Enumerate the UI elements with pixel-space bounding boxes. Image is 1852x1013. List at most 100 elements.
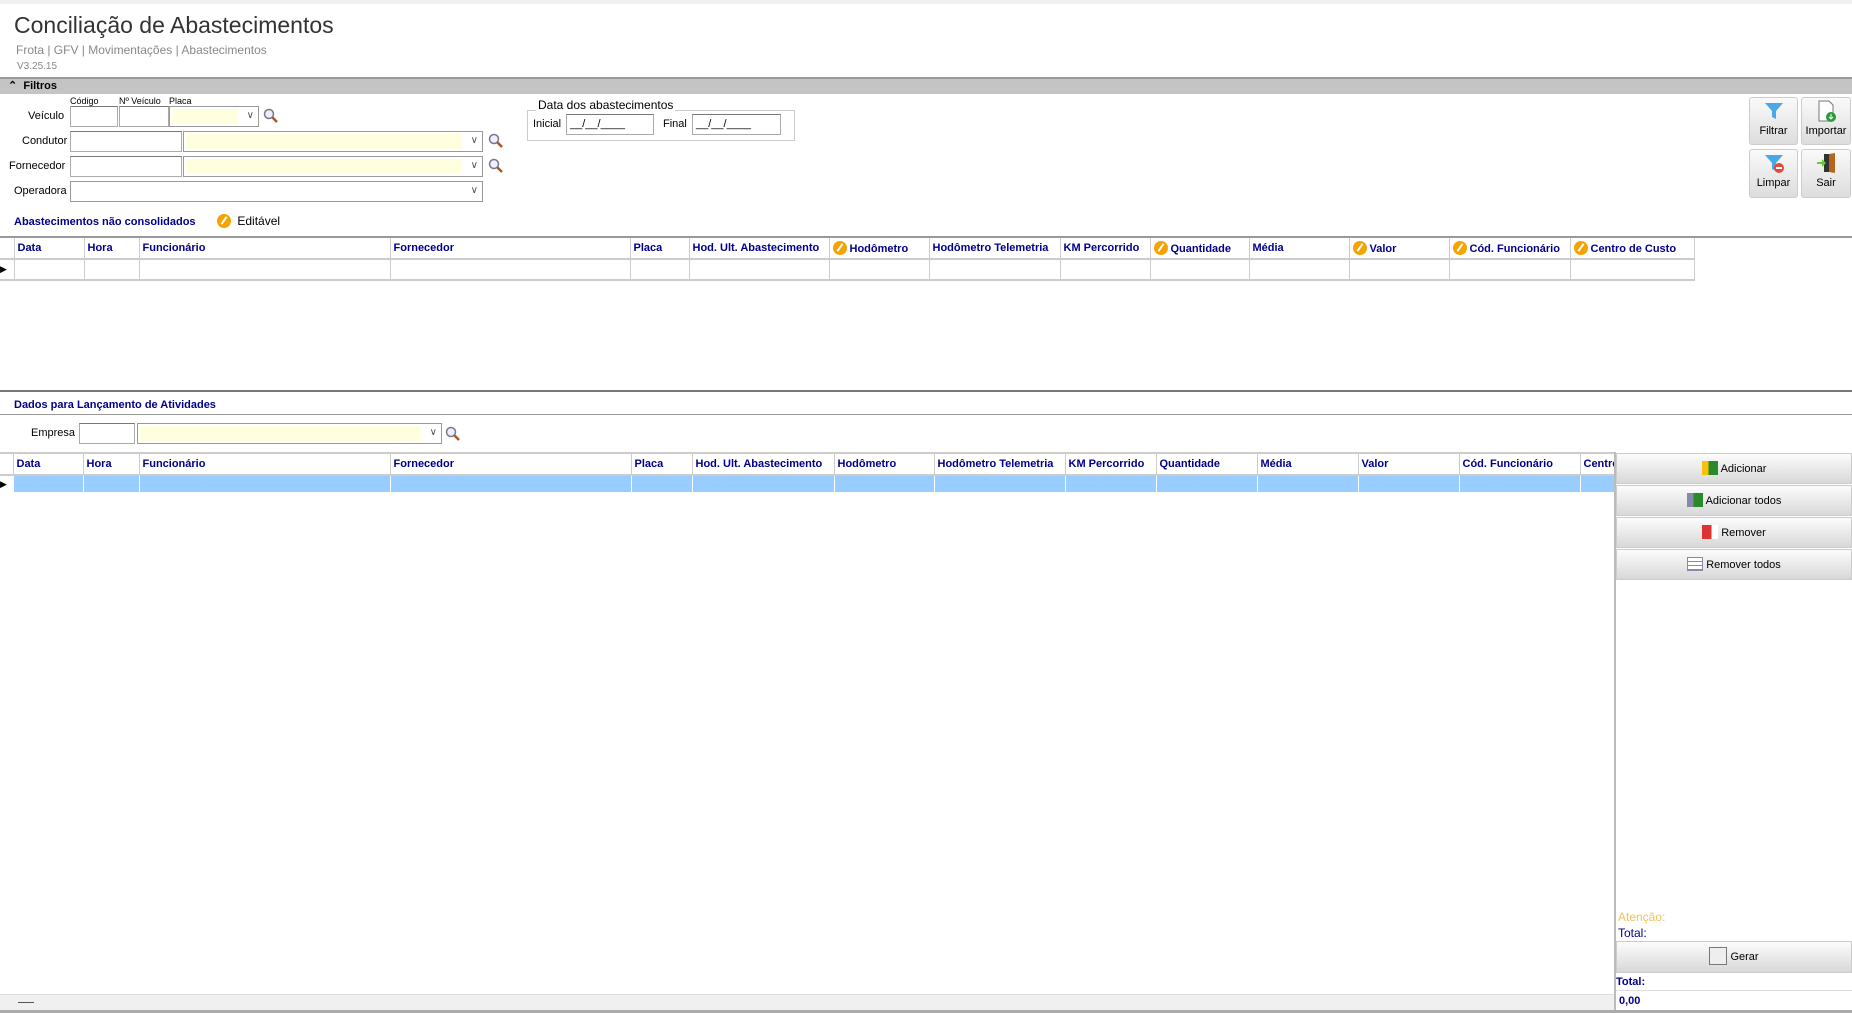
remover-button[interactable]: Remover <box>1616 517 1852 548</box>
condutor-select[interactable]: ∨ <box>183 131 483 152</box>
filters-panel-header[interactable]: ⌃ Filtros <box>0 77 1852 94</box>
table-cell[interactable] <box>1257 475 1359 492</box>
grid2-column-header[interactable]: Hodômetro <box>834 454 935 476</box>
table-cell[interactable] <box>83 475 140 492</box>
table-cell[interactable] <box>1349 259 1450 281</box>
final-date-input[interactable]: __/__/____ <box>692 114 781 135</box>
search-icon[interactable] <box>445 426 461 442</box>
veiculo-numero-input[interactable] <box>119 106 169 127</box>
grid2-column-header[interactable]: Centro de Custo <box>1580 454 1614 476</box>
table-cell[interactable] <box>631 475 693 492</box>
grid2-column-header[interactable]: Fornecedor <box>390 454 632 476</box>
grid1-column-header[interactable]: Placa <box>630 238 690 260</box>
column-label: Hod. Ult. Abastecimento <box>692 242 820 254</box>
empresa-select[interactable]: ∨ <box>137 423 442 444</box>
grid2-column-header[interactable]: Placa <box>631 454 693 476</box>
grid2-column-header[interactable]: Hod. Ult. Abastecimento <box>692 454 835 476</box>
grid2-column-header[interactable]: Funcionário <box>139 454 391 476</box>
table-cell[interactable] <box>934 475 1066 492</box>
row-indicator-header <box>0 454 14 476</box>
table-cell[interactable] <box>13 475 84 492</box>
grid2-column-header[interactable]: Valor <box>1358 454 1460 476</box>
gerar-label: Gerar <box>1730 951 1759 963</box>
grid2-column-header[interactable]: Cód. Funcionário <box>1459 454 1581 476</box>
importar-button[interactable]: Importar <box>1801 97 1851 145</box>
table-cell[interactable] <box>1065 475 1157 492</box>
grid1-column-header[interactable]: Hod. Ult. Abastecimento <box>689 238 830 260</box>
grid2-column-header[interactable]: Quantidade <box>1156 454 1258 476</box>
adicionar-button[interactable]: Adicionar <box>1616 453 1852 484</box>
table-cell[interactable] <box>390 259 631 281</box>
table-row[interactable]: ▶ <box>0 475 1614 492</box>
table-cell[interactable] <box>1249 259 1350 281</box>
status-strip <box>0 994 1614 1010</box>
table-cell[interactable] <box>390 475 632 492</box>
table-cell[interactable] <box>692 475 835 492</box>
fornecedor-select[interactable]: ∨ <box>183 156 483 177</box>
table-cell[interactable] <box>1449 259 1571 281</box>
table-row[interactable]: ▶ <box>0 259 1695 281</box>
adicionar-todos-button[interactable]: Adicionar todos <box>1616 485 1852 516</box>
grid1-column-header[interactable]: Hora <box>84 238 140 260</box>
table-cell[interactable] <box>1156 475 1258 492</box>
table-cell[interactable] <box>1358 475 1460 492</box>
filtrar-button[interactable]: Filtrar <box>1749 97 1798 145</box>
table-cell[interactable] <box>1060 259 1151 281</box>
search-icon[interactable] <box>488 133 504 149</box>
inicial-date-input[interactable]: __/__/____ <box>566 114 654 135</box>
grid2-column-header[interactable]: Hodômetro Telemetria <box>934 454 1066 476</box>
operadora-select[interactable]: ∨ <box>70 181 483 202</box>
grid1-column-header[interactable]: Funcionário <box>139 238 391 260</box>
search-icon[interactable] <box>488 158 504 174</box>
adicionar-todos-label: Adicionar todos <box>1705 495 1782 507</box>
placa-select[interactable]: ∨ <box>169 106 259 127</box>
grid2-column-header[interactable]: Data <box>13 454 84 476</box>
table-cell[interactable] <box>1150 259 1250 281</box>
gerar-button[interactable]: Gerar <box>1616 941 1852 973</box>
date-group-title: Data dos abastecimentos <box>536 98 676 112</box>
grid1-column-header[interactable]: Cód. Funcionário <box>1449 238 1571 260</box>
table-cell[interactable] <box>689 259 830 281</box>
fornecedor-codigo-input[interactable] <box>70 156 182 177</box>
sair-label: Sair <box>1816 177 1836 189</box>
empresa-codigo-input[interactable] <box>79 423 135 444</box>
grid2-column-header[interactable]: Média <box>1257 454 1359 476</box>
grid1-column-header[interactable]: Data <box>14 238 85 260</box>
grid1-column-header[interactable]: Centro de Custo <box>1570 238 1695 260</box>
grid2-viewport[interactable]: Data Hora Funcionário Fornecedor Placa Hod. U… <box>0 454 1614 994</box>
splitter[interactable] <box>0 390 1852 392</box>
table-cell[interactable] <box>139 475 391 492</box>
sair-button[interactable]: Sair <box>1801 149 1851 198</box>
grid1-column-header[interactable]: Fornecedor <box>390 238 631 260</box>
launch-grid[interactable]: Data Hora Funcionário Fornecedor Placa Hod. U… <box>0 454 1614 492</box>
filters-title: Filtros <box>23 80 57 92</box>
table-cell[interactable] <box>14 259 85 281</box>
condutor-codigo-input[interactable] <box>70 131 182 152</box>
table-cell[interactable] <box>929 259 1061 281</box>
table-cell[interactable] <box>1459 475 1581 492</box>
minimize-icon[interactable] <box>18 1002 34 1003</box>
table-cell[interactable] <box>630 259 690 281</box>
table-cell[interactable] <box>84 259 140 281</box>
table-cell[interactable] <box>1570 259 1695 281</box>
atencao-label: Atenção: <box>1618 910 1666 924</box>
limpar-button[interactable]: Limpar <box>1749 149 1798 198</box>
search-icon[interactable] <box>263 108 279 124</box>
chevron-down-icon: ∨ <box>470 135 478 146</box>
remover-todos-button[interactable]: Remover todos <box>1616 549 1852 580</box>
chevron-down-icon: ∨ <box>470 160 478 171</box>
grid1-column-header[interactable]: Valor <box>1349 238 1450 260</box>
grid1-column-header[interactable]: Hodômetro Telemetria <box>929 238 1061 260</box>
table-cell[interactable] <box>829 259 930 281</box>
table-cell[interactable] <box>139 259 391 281</box>
unconsolidated-grid[interactable]: Data Hora Funcionário Fornecedor Placa Hod. U… <box>0 238 1695 281</box>
grid1-column-header[interactable]: Quantidade <box>1150 238 1250 260</box>
table-cell[interactable] <box>834 475 935 492</box>
table-cell[interactable] <box>1580 475 1614 492</box>
grid1-column-header[interactable]: KM Percorrido <box>1060 238 1151 260</box>
grid2-column-header[interactable]: Hora <box>83 454 140 476</box>
grid2-column-header[interactable]: KM Percorrido <box>1065 454 1157 476</box>
veiculo-codigo-input[interactable] <box>70 106 118 127</box>
grid1-column-header[interactable]: Média <box>1249 238 1350 260</box>
grid1-column-header[interactable]: Hodômetro <box>829 238 930 260</box>
